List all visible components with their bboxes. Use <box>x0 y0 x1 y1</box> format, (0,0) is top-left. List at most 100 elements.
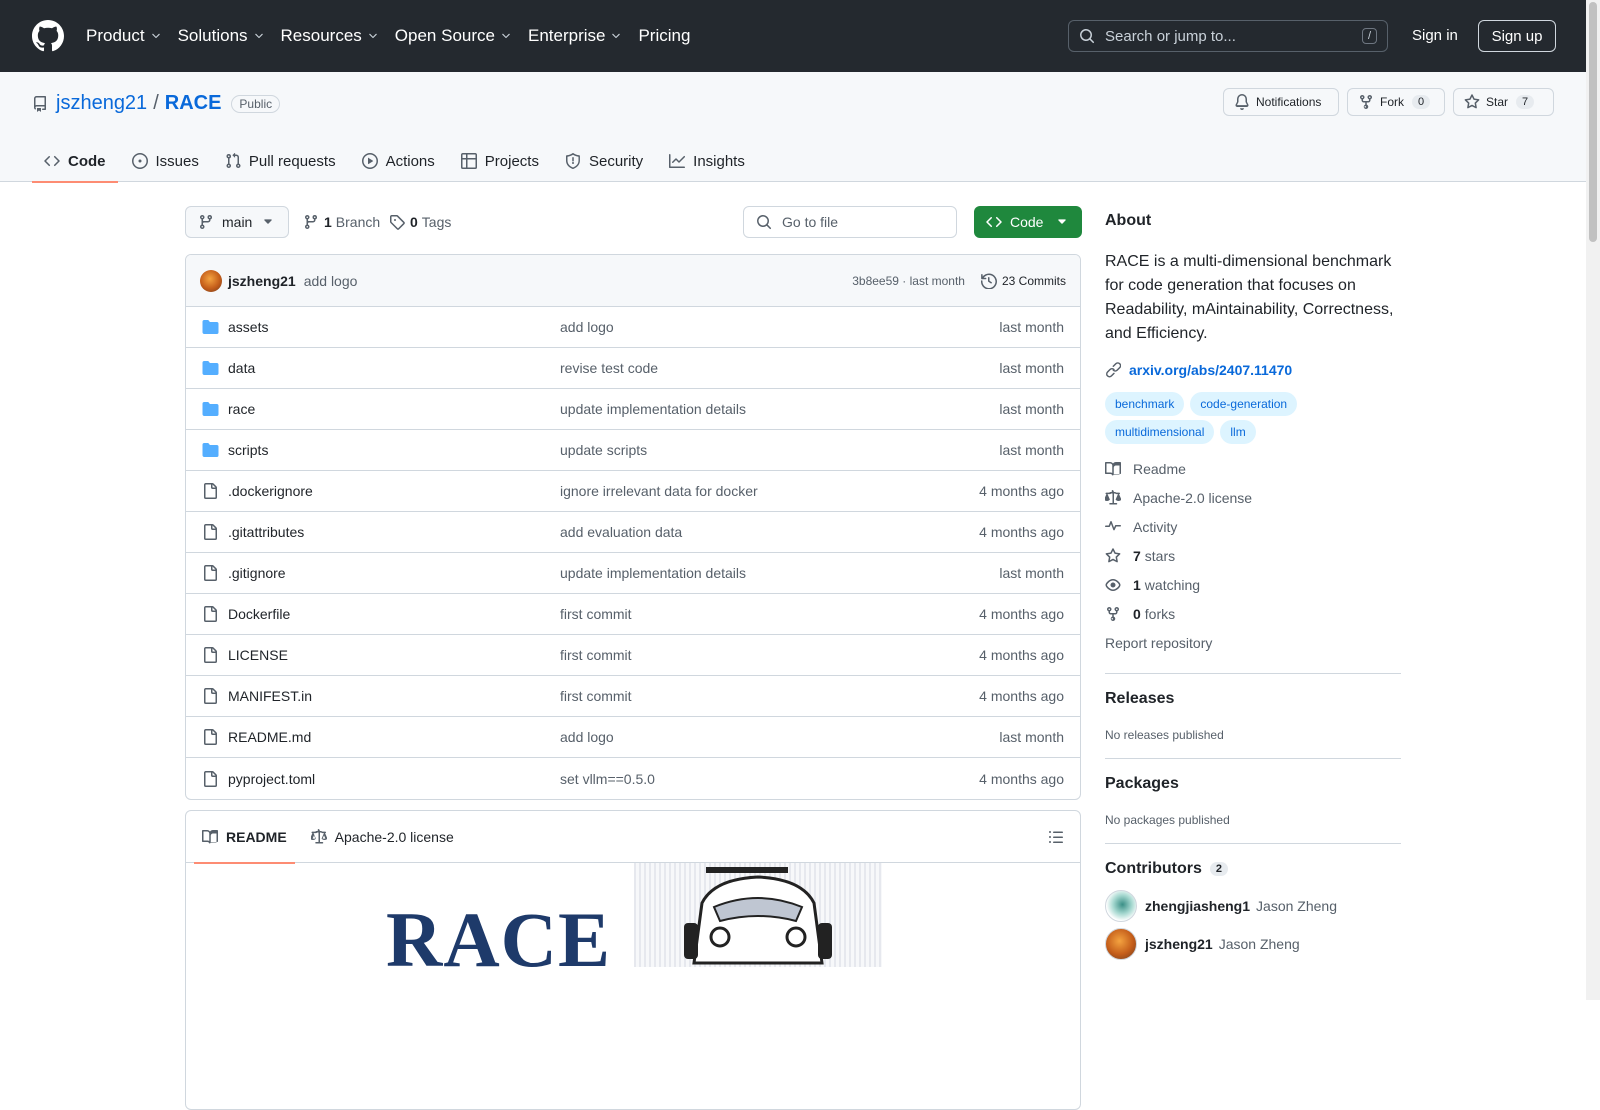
commit-author[interactable]: jszheng21 <box>228 273 296 289</box>
file-commit-message[interactable]: add evaluation data <box>560 524 979 540</box>
tab-readme[interactable]: README <box>194 811 295 864</box>
topic-tag[interactable]: benchmark <box>1105 392 1185 416</box>
file-commit-message[interactable]: update scripts <box>560 442 999 458</box>
tab-projects[interactable]: Projects <box>449 140 551 182</box>
go-to-file-input[interactable]: Go to file <box>743 206 957 238</box>
commit-message[interactable]: add logo <box>304 273 358 289</box>
table-row[interactable]: .dockerignore ignore irrelevant data for … <box>186 471 1080 512</box>
tab-code[interactable]: Code <box>32 140 118 183</box>
table-row[interactable]: scripts update scripts last month <box>186 430 1080 471</box>
stars-link[interactable]: 7 stars <box>1105 541 1401 570</box>
tab-issues[interactable]: Issues <box>120 140 211 182</box>
avatar[interactable] <box>200 269 222 292</box>
file-commit-message[interactable]: first commit <box>560 688 979 704</box>
branches-link[interactable]: 1 Branch <box>303 206 380 238</box>
file-name-link[interactable]: Dockerfile <box>228 606 560 622</box>
file-name-link[interactable]: .dockerignore <box>228 483 560 499</box>
contributors-section: Contributors 2 zhengjiasheng1 Jason Zheng… <box>1105 860 1401 960</box>
table-row[interactable]: .gitattributes add evaluation data 4 month… <box>186 512 1080 553</box>
file-type-icon <box>202 360 220 376</box>
file-commit-message[interactable]: revise test code <box>560 360 999 376</box>
avatar[interactable] <box>1105 928 1137 960</box>
file-commit-message[interactable]: first commit <box>560 647 979 663</box>
nav-product[interactable]: Product <box>86 26 162 46</box>
table-row[interactable]: race update implementation details last mo… <box>186 389 1080 430</box>
avatar[interactable] <box>1105 890 1137 922</box>
global-header: Product Solutions Resources Open Source … <box>0 0 1600 72</box>
file-name-link[interactable]: race <box>228 401 560 417</box>
file-name-link[interactable]: MANIFEST.in <box>228 688 560 704</box>
homepage-link[interactable]: arxiv.org/abs/2407.11470 <box>1105 362 1401 378</box>
contributor-item[interactable]: zhengjiasheng1 Jason Zheng <box>1105 890 1401 922</box>
table-row[interactable]: data revise test code last month <box>186 348 1080 389</box>
file-commit-message[interactable]: first commit <box>560 606 979 622</box>
nav-pricing[interactable]: Pricing <box>638 26 690 46</box>
tab-insights[interactable]: Insights <box>657 140 757 182</box>
sign-in-link[interactable]: Sign in <box>1412 27 1458 44</box>
file-name-link[interactable]: .gitattributes <box>228 524 560 540</box>
tab-security[interactable]: Security <box>553 140 655 182</box>
topic-tag[interactable]: code-generation <box>1190 392 1298 416</box>
contributor-item[interactable]: jszheng21 Jason Zheng <box>1105 928 1401 960</box>
watchers-link[interactable]: 1 watching <box>1105 570 1401 599</box>
file-name-link[interactable]: LICENSE <box>228 647 560 663</box>
github-logo-icon[interactable] <box>32 20 64 52</box>
topic-tag[interactable]: llm <box>1220 420 1256 444</box>
fork-button[interactable]: Fork 0 <box>1347 88 1445 116</box>
file-commit-message[interactable]: set vllm==0.5.0 <box>560 771 979 787</box>
file-name-link[interactable]: assets <box>228 319 560 335</box>
packages-title[interactable]: Packages <box>1105 775 1401 793</box>
commit-hash[interactable]: 3b8ee59 <box>852 274 899 288</box>
file-name-link[interactable]: .gitignore <box>228 565 560 581</box>
file-name-link[interactable]: pyproject.toml <box>228 771 560 787</box>
code-dropdown-button[interactable]: Code <box>974 206 1082 238</box>
tab-pull-requests[interactable]: Pull requests <box>213 140 348 182</box>
file-commit-message[interactable]: update implementation details <box>560 565 999 581</box>
file-icon <box>204 483 217 499</box>
commits-link[interactable]: 23 Commits <box>980 273 1066 289</box>
scrollbar-thumb[interactable] <box>1589 2 1597 242</box>
license-link[interactable]: Apache-2.0 license <box>1105 483 1401 512</box>
star-button[interactable]: Star 7 <box>1453 88 1554 116</box>
table-row[interactable]: assets add logo last month <box>186 307 1080 348</box>
activity-link[interactable]: Activity <box>1105 512 1401 541</box>
topic-tag[interactable]: multidimensional <box>1105 420 1215 444</box>
contributors-heading[interactable]: Contributors 2 <box>1105 860 1401 878</box>
page-scrollbar[interactable] <box>1586 0 1600 1000</box>
file-name-link[interactable]: scripts <box>228 442 560 458</box>
repo-name-link[interactable]: RACE <box>165 92 222 115</box>
list-unordered-icon[interactable] <box>1048 829 1064 845</box>
report-repository-link[interactable]: Report repository <box>1105 628 1401 657</box>
readme-link[interactable]: Readme <box>1105 454 1401 483</box>
table-row[interactable]: MANIFEST.in first commit 4 months ago <box>186 676 1080 717</box>
nav-solutions[interactable]: Solutions <box>178 26 265 46</box>
releases-title[interactable]: Releases <box>1105 690 1401 708</box>
nav-open-source[interactable]: Open Source <box>395 26 512 46</box>
file-commit-message[interactable]: update implementation details <box>560 401 999 417</box>
branch-bar: main 1 Branch 0 Tags Go to file Code <box>185 206 1082 238</box>
nav-resources[interactable]: Resources <box>281 26 379 46</box>
tab-actions[interactable]: Actions <box>350 140 447 182</box>
sign-up-button[interactable]: Sign up <box>1478 20 1556 52</box>
table-row[interactable]: pyproject.toml set vllm==0.5.0 4 months ag… <box>186 758 1080 799</box>
issue-icon <box>131 153 148 169</box>
go-to-file-placeholder: Go to file <box>782 214 839 230</box>
table-row[interactable]: LICENSE first commit 4 months ago <box>186 635 1080 676</box>
file-commit-message[interactable]: ignore irrelevant data for docker <box>560 483 979 499</box>
branch-select-button[interactable]: main <box>185 206 289 238</box>
nav-enterprise[interactable]: Enterprise <box>528 26 622 46</box>
repo-owner-link[interactable]: jszheng21 <box>56 92 147 115</box>
notifications-button[interactable]: Notifications <box>1223 88 1339 116</box>
tags-link[interactable]: 0 Tags <box>389 206 451 238</box>
table-row[interactable]: Dockerfile first commit 4 months ago <box>186 594 1080 635</box>
file-commit-message[interactable]: add logo <box>560 729 999 745</box>
file-name-link[interactable]: README.md <box>228 729 560 745</box>
tab-license[interactable]: Apache-2.0 license <box>303 811 462 863</box>
global-search[interactable]: Search or jump to... / <box>1068 20 1388 52</box>
forks-link[interactable]: 0 forks <box>1105 599 1401 628</box>
table-row[interactable]: .gitignore update implementation details l… <box>186 553 1080 594</box>
file-commit-message[interactable]: add logo <box>560 319 999 335</box>
file-type-icon <box>202 688 220 704</box>
table-row[interactable]: README.md add logo last month <box>186 717 1080 758</box>
file-name-link[interactable]: data <box>228 360 560 376</box>
